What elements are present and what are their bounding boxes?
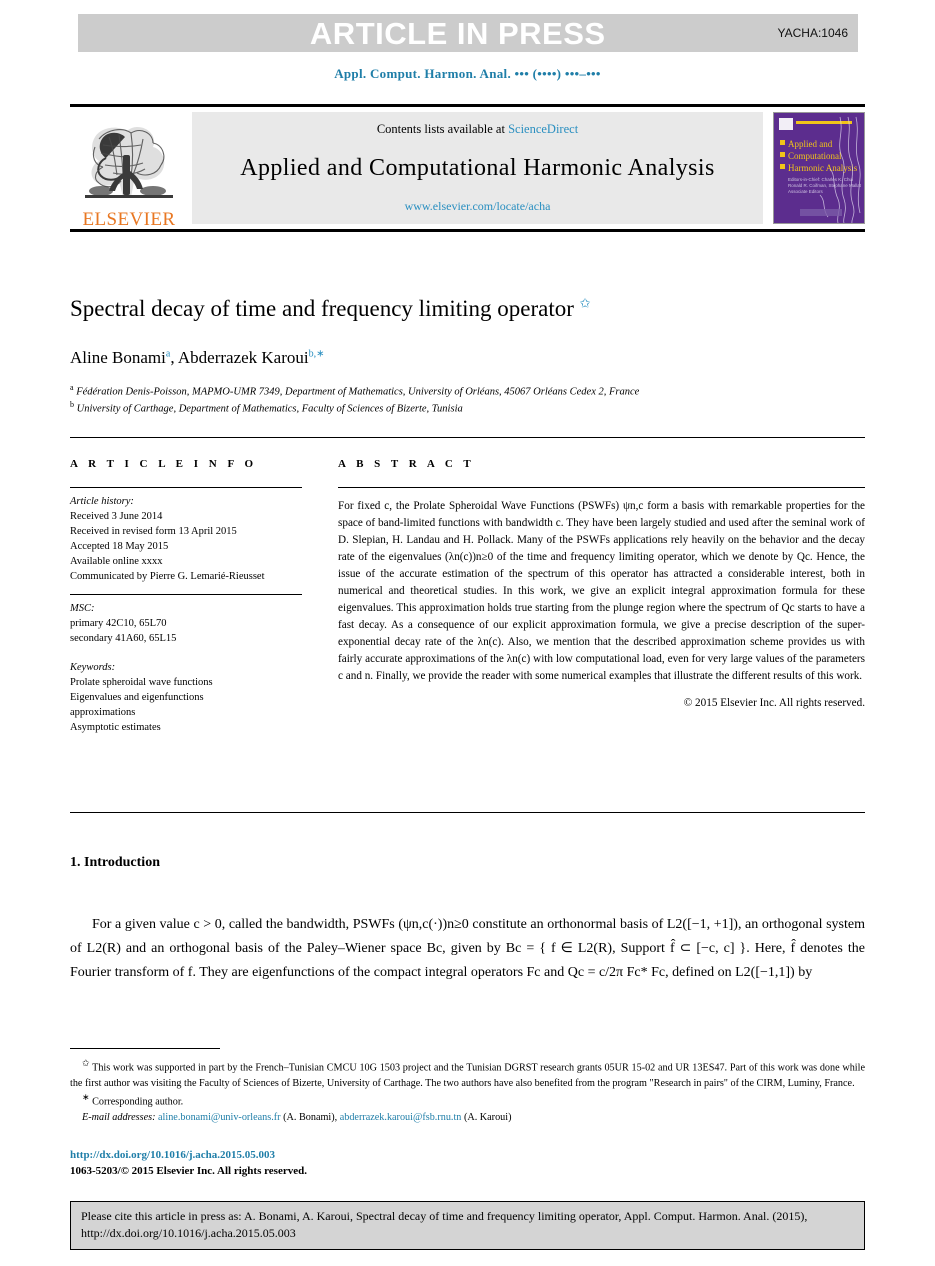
author-affiliation-marker-a[interactable]: a bbox=[166, 348, 170, 359]
msc-item: primary 42C10, 65L70 bbox=[70, 618, 167, 630]
article-info-heading: A R T I C L E I N F O bbox=[70, 458, 258, 470]
funding-footnote-marker: ✩ bbox=[82, 1058, 90, 1068]
corresponding-author-footnote: ∗ Corresponding author. bbox=[70, 1091, 865, 1110]
elsevier-tree-icon bbox=[85, 127, 173, 198]
introduction-paragraph: For a given value c > 0, called the band… bbox=[70, 917, 865, 981]
svg-text:Harmonic Analysis: Harmonic Analysis bbox=[788, 163, 858, 173]
abstract-heading: A B S T R A C T bbox=[338, 458, 475, 470]
article-in-press-banner: ARTICLE IN PRESS YACHA:1046 bbox=[78, 14, 858, 52]
msc-block: MSC: primary 42C10, 65L70 secondary 41A6… bbox=[70, 602, 302, 647]
affiliation-marker-b: b bbox=[70, 400, 74, 410]
affiliation-b: b University of Carthage, Department of … bbox=[70, 399, 865, 417]
journal-masthead: ELSEVIER Contents lists available at Sci… bbox=[70, 104, 865, 232]
history-item: Available online xxxx bbox=[70, 555, 163, 567]
article-history-block: Article history: Received 3 June 2014 Re… bbox=[70, 495, 302, 584]
keyword-item: Prolate spheroidal wave functions bbox=[70, 677, 213, 689]
contents-available-line: Contents lists available at ScienceDirec… bbox=[377, 122, 578, 137]
history-item: Received in revised form 13 April 2015 bbox=[70, 525, 237, 537]
column-gap bbox=[302, 458, 338, 736]
title-section-divider bbox=[70, 437, 865, 438]
doi-block: http://dx.doi.org/10.1016/j.acha.2015.05… bbox=[70, 1148, 865, 1180]
msc-item: secondary 41A60, 65L15 bbox=[70, 633, 177, 645]
introduction-section: 1. Introduction For a given value c > 0,… bbox=[70, 855, 865, 985]
introduction-heading: 1. Introduction bbox=[70, 855, 160, 870]
email-link-karoui[interactable]: abderrazek.karoui@fsb.rnu.tn bbox=[340, 1112, 462, 1123]
article-info-heading-rule bbox=[70, 487, 302, 488]
email-person-bonami: (A. Bonami) bbox=[283, 1111, 335, 1123]
email-person-karoui: (A. Karoui) bbox=[463, 1111, 512, 1123]
sciencedirect-link[interactable]: ScienceDirect bbox=[508, 122, 578, 136]
affiliation-a-text: Fédération Denis-Poisson, MAPMO-UMR 7349… bbox=[76, 386, 640, 398]
article-info-divider bbox=[70, 594, 302, 596]
cite-this-article-box: Please cite this article in press as: A.… bbox=[70, 1201, 865, 1250]
corresponding-author-marker: ∗ bbox=[82, 1091, 90, 1102]
article-in-press-label: ARTICLE IN PRESS bbox=[309, 15, 606, 51]
title-block: Spectral decay of time and frequency lim… bbox=[70, 295, 865, 417]
keyword-item: Asymptotic estimates bbox=[70, 721, 161, 733]
masthead-bottom-rule bbox=[70, 229, 865, 232]
journal-cover-art: Applied and Computational Harmonic Analy… bbox=[774, 113, 864, 223]
svg-text:Ronald R. Coifman, Stéphane Ma: Ronald R. Coifman, Stéphane Mallat bbox=[788, 183, 862, 188]
elsevier-wordmark: ELSEVIER bbox=[82, 209, 176, 230]
footnote-block: ✩ This work was supported in part by the… bbox=[70, 1057, 865, 1125]
affiliation-list: a Fédération Denis-Poisson, MAPMO-UMR 73… bbox=[70, 382, 865, 417]
history-item: Communicated by Pierre G. Lemarié-Rieuss… bbox=[70, 570, 265, 582]
funding-footnote: ✩ This work was supported in part by the… bbox=[70, 1057, 865, 1091]
keyword-item: Eigenvalues and eigenfunctions bbox=[70, 691, 204, 703]
history-item: Accepted 18 May 2015 bbox=[70, 540, 169, 552]
email-link-bonami[interactable]: aline.bonami@univ-orleans.fr bbox=[158, 1112, 281, 1123]
paper-title: Spectral decay of time and frequency lim… bbox=[70, 295, 865, 323]
abstract-column: A B S T R A C T For fixed c, the Prolate… bbox=[338, 458, 865, 736]
paper-title-text: Spectral decay of time and frequency lim… bbox=[70, 296, 574, 321]
affiliation-a: a Fédération Denis-Poisson, MAPMO-UMR 73… bbox=[70, 382, 865, 400]
info-abstract-region: A R T I C L E I N F O Article history: R… bbox=[70, 458, 865, 736]
journal-title: Applied and Computational Harmonic Analy… bbox=[240, 154, 715, 181]
email-addresses-label: E-mail addresses: bbox=[82, 1111, 156, 1123]
issn-copyright-line: 1063-5203/© 2015 Elsevier Inc. All right… bbox=[70, 1164, 307, 1177]
masthead-center-panel: Contents lists available at ScienceDirec… bbox=[192, 112, 763, 224]
manuscript-code: YACHA:1046 bbox=[777, 26, 848, 40]
elsevier-logo: ELSEVIER bbox=[70, 107, 188, 229]
affiliation-b-text: University of Carthage, Department of Ma… bbox=[76, 403, 463, 415]
abstract-section-divider bbox=[70, 812, 865, 813]
abstract-heading-rule bbox=[338, 487, 865, 488]
abstract-copyright: © 2015 Elsevier Inc. All rights reserved… bbox=[683, 697, 865, 710]
running-head-journal-reference: Appl. Comput. Harmon. Anal. ••• (••••) •… bbox=[334, 66, 601, 81]
title-footnote-marker[interactable]: ✩ bbox=[580, 295, 591, 310]
msc-label: MSC: bbox=[70, 603, 95, 615]
article-history-label: Article history: bbox=[70, 496, 134, 507]
footnote-rule bbox=[70, 1048, 220, 1049]
author-affiliation-marker-b[interactable]: b,∗ bbox=[309, 348, 325, 359]
author-list: Aline Bonamia, Abderrazek Karouib,∗ bbox=[70, 347, 325, 367]
keywords-label: Keywords: bbox=[70, 662, 116, 674]
cite-this-article-text: Please cite this article in press as: A.… bbox=[81, 1209, 808, 1241]
affiliation-marker-a: a bbox=[70, 382, 74, 392]
abstract-text: For fixed c, the Prolate Spheroidal Wave… bbox=[338, 500, 865, 683]
svg-text:Applied and: Applied and bbox=[788, 139, 833, 149]
article-info-column: A R T I C L E I N F O Article history: R… bbox=[70, 458, 302, 736]
keywords-block: Keywords: Prolate spheroidal wave functi… bbox=[70, 661, 302, 736]
corresponding-author-text: Corresponding author. bbox=[92, 1096, 184, 1108]
keyword-item: approximations bbox=[70, 706, 136, 718]
svg-text:Computational: Computational bbox=[788, 151, 842, 161]
journal-homepage-link[interactable]: www.elsevier.com/locate/acha bbox=[405, 199, 551, 214]
funding-footnote-text: This work was supported in part by the F… bbox=[70, 1062, 865, 1089]
contents-prefix-label: Contents lists available at bbox=[376, 122, 509, 136]
journal-cover-thumbnail: Applied and Computational Harmonic Analy… bbox=[773, 112, 865, 224]
history-item: Received 3 June 2014 bbox=[70, 510, 163, 522]
svg-text:Associate Editors: Associate Editors bbox=[788, 189, 824, 194]
doi-link[interactable]: http://dx.doi.org/10.1016/j.acha.2015.05… bbox=[70, 1148, 865, 1164]
email-footnote: E-mail addresses: aline.bonami@univ-orle… bbox=[70, 1110, 865, 1125]
